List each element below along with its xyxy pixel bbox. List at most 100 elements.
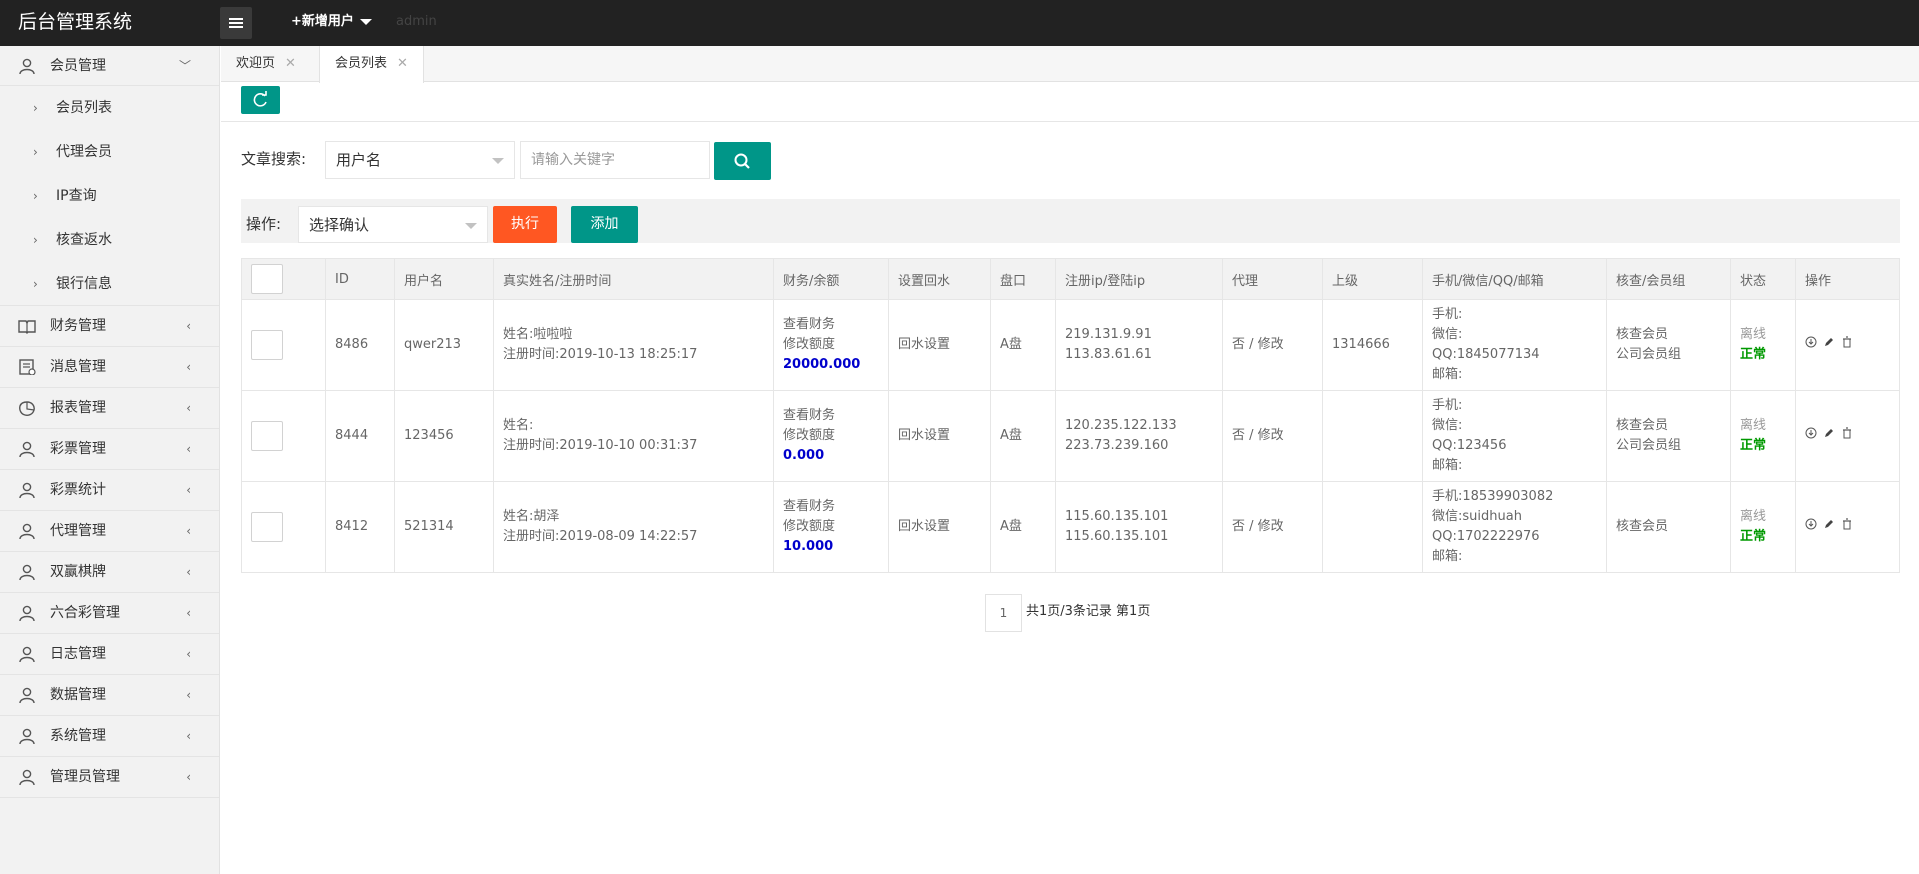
agent-edit-link[interactable]: 否 / 修改 [1222,299,1323,391]
status-cell: 离线 正常 [1730,481,1796,573]
search-field-select[interactable]: 用户名 [325,141,515,179]
email: 邮箱: [1432,367,1463,382]
chevron-right-icon: › [33,189,38,203]
refresh-button[interactable] [241,86,280,114]
row-checkbox[interactable] [251,421,283,451]
register-time: 注册时间:2019-10-13 18:25:17 [503,347,698,362]
online-status: 离线 [1740,509,1767,524]
sidebar-group-item[interactable]: 彩票管理 ‹ [0,429,219,470]
member-username: qwer213 [394,299,494,391]
sidebar-subitem-member-list[interactable]: › 会员列表 [0,86,219,130]
agent-edit-link[interactable]: 否 / 修改 [1222,481,1323,573]
download-icon[interactable] [1805,426,1817,446]
search-label: 文章搜索: [241,150,307,168]
tab-member-list[interactable]: 会员列表 ✕ [319,46,424,83]
check-member-link[interactable]: 核查会员 [1616,325,1721,345]
view-finance-link[interactable]: 查看财务 [783,315,879,335]
pan-value: A盘 [990,390,1056,482]
sidebar-item-label: 彩票统计 [50,482,106,498]
member-id: 8486 [325,299,395,391]
edit-icon[interactable] [1823,335,1835,355]
user-icon [19,605,35,621]
sidebar-group-item[interactable]: 代理管理 ‹ [0,511,219,552]
page-number-button[interactable]: 1 [985,594,1022,632]
edit-credit-link[interactable]: 修改额度 [783,335,879,355]
sidebar-group-item[interactable]: 系统管理 ‹ [0,716,219,757]
account-status: 正常 [1740,438,1767,453]
rebate-settings-link[interactable]: 回水设置 [888,299,991,391]
hamburger-icon [229,18,243,20]
sidebar-group-item[interactable]: 彩票统计 ‹ [0,470,219,511]
balance-value: 10.000 [783,539,834,554]
add-user-dropdown[interactable]: +新增用户 [291,0,372,44]
download-icon[interactable] [1805,517,1817,537]
sidebar-item-label: 财务管理 [50,318,106,334]
sidebar-group-item[interactable]: 管理员管理 ‹ [0,757,219,798]
caret-down-icon [359,18,372,25]
member-table: ID 用户名 真实姓名/注册时间 财务/余额 设置回水 盘口 注册ip/登陆ip… [241,258,1900,573]
column-header: 手机/微信/QQ/邮箱 [1422,258,1607,300]
sidebar-subitem-agent-member[interactable]: › 代理会员 [0,130,219,174]
current-user[interactable]: admin [396,0,437,44]
trash-icon[interactable] [1841,426,1853,446]
sidebar-group-item[interactable]: 六合彩管理 ‹ [0,593,219,634]
sidebar-group-item[interactable]: 日志管理 ‹ [0,634,219,675]
rebate-settings-link[interactable]: 回水设置 [888,390,991,482]
sidebar-group-item[interactable]: 数据管理 ‹ [0,675,219,716]
view-finance-link[interactable]: 查看财务 [783,406,879,426]
keyword-input[interactable] [520,141,710,179]
sidebar-subitem-check-rebate[interactable]: › 核查返水 [0,218,219,262]
realname-regtime-cell: 姓名:啦啦啦 注册时间:2019-10-13 18:25:17 [493,299,774,391]
contact-cell: 手机: 微信: QQ:123456 邮箱: [1422,390,1607,482]
pagination-summary: 共1页/3条记录 第1页 [1026,604,1151,619]
sidebar-group-item[interactable]: 财务管理 ‹ [0,306,219,347]
edit-icon[interactable] [1823,426,1835,446]
status-cell: 离线 正常 [1730,390,1796,482]
tab-label: 欢迎页 [236,56,276,71]
sidebar-item-member[interactable]: 会员管理 ﹀ [0,46,219,86]
check-member-link[interactable]: 核查会员 [1616,416,1721,436]
select-all-checkbox[interactable] [251,264,283,294]
login-ip: 113.83.61.61 [1065,347,1152,362]
edit-icon[interactable] [1823,517,1835,537]
search-button[interactable] [714,142,771,180]
close-icon[interactable]: ✕ [397,56,408,71]
caret-down-icon [492,158,504,164]
tab-label: 会员列表 [335,56,388,71]
sidebar-subitem-ip-query[interactable]: › IP查询 [0,174,219,218]
sidebar-item-label: 管理员管理 [50,769,120,785]
trash-icon[interactable] [1841,517,1853,537]
caret-down-icon [465,223,477,229]
sidebar-subitem-bank-info[interactable]: › 银行信息 [0,262,219,306]
login-ip: 223.73.239.160 [1065,438,1169,453]
balance-value: 0.000 [783,448,825,463]
execute-button[interactable]: 执行 [493,206,557,243]
sidebar-group-item[interactable]: 报表管理 ‹ [0,388,219,429]
check-group-cell: 核查会员 公司会员组 [1606,390,1731,482]
sidebar-group-item[interactable]: 双赢棋牌 ‹ [0,552,219,593]
agent-edit-link[interactable]: 否 / 修改 [1222,390,1323,482]
chevron-left-icon: ‹ [186,770,191,784]
edit-credit-link[interactable]: 修改额度 [783,426,879,446]
operation-select-value: 选择确认 [309,216,370,234]
add-button[interactable]: 添加 [571,206,638,243]
sidebar-group-item[interactable]: 消息管理 ‹ [0,347,219,388]
menu-toggle-button[interactable] [220,7,252,39]
row-checkbox[interactable] [251,330,283,360]
close-icon[interactable]: ✕ [285,56,296,71]
chevron-right-icon: › [33,233,38,247]
pan-value: A盘 [990,481,1056,573]
row-select-cell [241,390,326,482]
check-member-link[interactable]: 核查会员 [1616,517,1721,537]
row-checkbox[interactable] [251,512,283,542]
tab-welcome[interactable]: 欢迎页 ✕ [221,46,311,82]
search-icon [734,153,750,169]
trash-icon[interactable] [1841,335,1853,355]
edit-credit-link[interactable]: 修改额度 [783,517,879,537]
operation-select[interactable]: 选择确认 [298,206,488,243]
view-finance-link[interactable]: 查看财务 [783,497,879,517]
rebate-settings-link[interactable]: 回水设置 [888,481,991,573]
column-header: 真实姓名/注册时间 [493,258,774,300]
download-icon[interactable] [1805,335,1817,355]
sidebar-item-label: 报表管理 [50,400,106,416]
